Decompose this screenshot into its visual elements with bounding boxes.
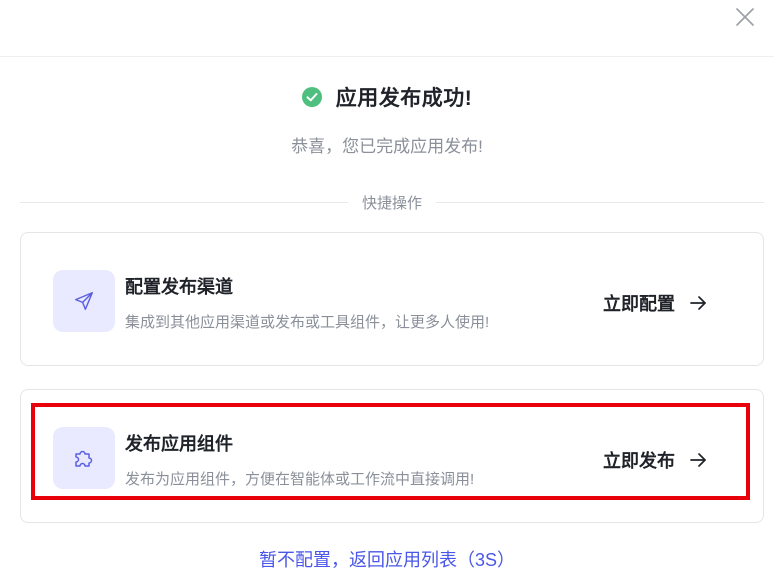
close-button[interactable]	[734, 6, 756, 28]
divider-line-right	[436, 201, 765, 203]
check-circle-icon	[301, 87, 322, 107]
card-description: 集成到其他应用渠道或发布或工具组件，让更多人使用!	[125, 314, 490, 331]
configure-channel-card[interactable]: 配置发布渠道 集成到其他应用渠道或发布或工具组件，让更多人使用! 立即配置	[20, 232, 764, 366]
section-label: 快捷操作	[362, 194, 423, 212]
configure-now-button[interactable]: 立即配置	[603, 290, 707, 316]
highlight-box	[31, 403, 750, 500]
divider-line-left	[20, 201, 348, 203]
return-to-app-list-link[interactable]: 暂不配置，返回应用列表（3S）	[0, 546, 774, 572]
success-title: 应用发布成功!	[335, 87, 473, 110]
section-divider: 快捷操作	[20, 191, 765, 213]
close-icon[interactable]	[734, 6, 756, 28]
card-icon-container	[53, 270, 115, 332]
action-label: 立即配置	[603, 294, 675, 314]
send-icon	[75, 292, 93, 310]
success-subtitle: 恭喜，您已完成应用发布!	[291, 137, 483, 156]
card-title: 配置发布渠道	[125, 277, 233, 297]
arrow-right-icon	[690, 296, 706, 310]
header-divider	[0, 56, 774, 57]
success-header: 应用发布成功!	[0, 82, 774, 112]
